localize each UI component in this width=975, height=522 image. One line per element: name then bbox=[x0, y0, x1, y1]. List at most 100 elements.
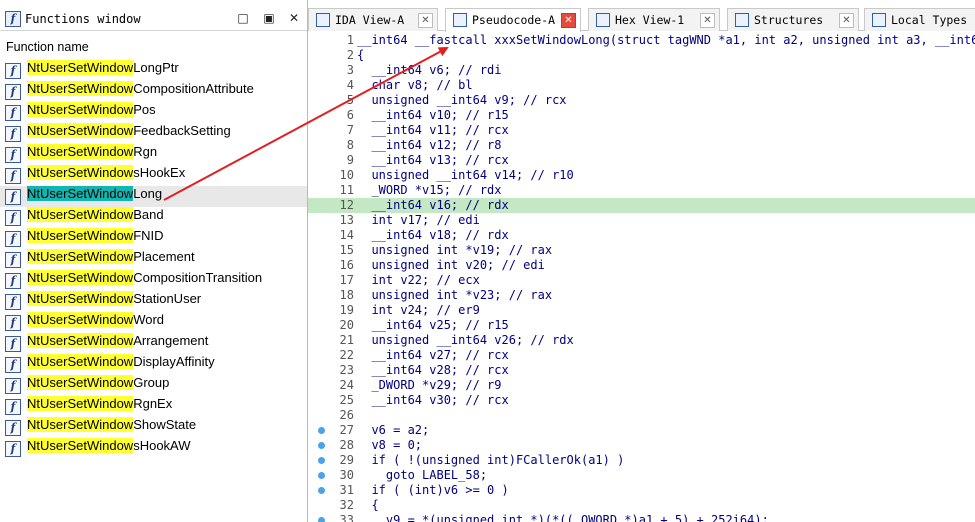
code-text: goto LABEL_58; bbox=[357, 468, 488, 482]
breakpoint-dot[interactable] bbox=[318, 487, 325, 494]
code-line[interactable]: 16 unsigned int v20; // edi bbox=[308, 258, 975, 273]
function-item[interactable]: f NtUserSetWindowShowState bbox=[0, 417, 307, 438]
search-highlight: NtUserSetWindow bbox=[27, 102, 134, 117]
search-highlight: NtUserSetWindow bbox=[27, 270, 134, 285]
line-number: 23 bbox=[339, 363, 354, 377]
function-icon: f bbox=[5, 11, 21, 27]
function-item[interactable]: f NtUserSetWindowStationUser bbox=[0, 291, 307, 312]
function-name-rest: FeedbackSetting bbox=[133, 123, 231, 138]
code-text: __int64 v30; // rcx bbox=[357, 393, 509, 407]
breakpoint-dot[interactable] bbox=[318, 427, 325, 434]
function-item[interactable]: f NtUserSetWindowWord bbox=[0, 312, 307, 333]
code-line[interactable]: 22 __int64 v27; // rcx bbox=[308, 348, 975, 363]
function-name: NtUserSetWindowGroup bbox=[27, 375, 169, 396]
code-line[interactable]: 24 _DWORD *v29; // r9 bbox=[308, 378, 975, 393]
code-line[interactable]: 9 __int64 v13; // rcx bbox=[308, 153, 975, 168]
tab-close-button[interactable]: ✕ bbox=[418, 13, 433, 28]
line-number: 1 bbox=[346, 33, 354, 47]
breakpoint-dot[interactable] bbox=[318, 472, 325, 479]
line-number: 17 bbox=[339, 273, 354, 287]
float-window-button[interactable]: □ bbox=[236, 11, 250, 25]
function-name-rest: Group bbox=[133, 375, 170, 390]
code-line[interactable]: 26 bbox=[308, 408, 975, 423]
function-name-column-header[interactable]: Function name bbox=[6, 40, 89, 54]
code-line[interactable]: 33 v9 = *(unsigned int *)(*((_QWORD *)a1… bbox=[308, 513, 975, 522]
line-number: 2 bbox=[346, 48, 354, 62]
code-line[interactable]: 6 __int64 v10; // r15 bbox=[308, 108, 975, 123]
code-text: { bbox=[357, 48, 365, 62]
line-number: 27 bbox=[339, 423, 354, 437]
function-name: NtUserSetWindowFNID bbox=[27, 228, 164, 249]
search-highlight: NtUserSetWindow bbox=[27, 354, 134, 369]
function-item[interactable]: f NtUserSetWindowCompositionAttribute bbox=[0, 81, 307, 102]
code-line[interactable]: 27 v6 = a2; bbox=[308, 423, 975, 438]
tab-local-types[interactable]: Local Types bbox=[864, 8, 975, 31]
function-item[interactable]: f NtUserSetWindowFeedbackSetting bbox=[0, 123, 307, 144]
code-line[interactable]: 23 __int64 v28; // rcx bbox=[308, 363, 975, 378]
code-line[interactable]: 19 int v24; // er9 bbox=[308, 303, 975, 318]
breakpoint-dot[interactable] bbox=[318, 442, 325, 449]
code-line[interactable]: 21 unsigned __int64 v26; // rdx bbox=[308, 333, 975, 348]
code-line[interactable]: 29 if ( !(unsigned int)FCallerOk(a1) ) bbox=[308, 453, 975, 468]
function-item[interactable]: f NtUserSetWindowRgn bbox=[0, 144, 307, 165]
function-item[interactable]: f NtUserSetWindowCompositionTransition bbox=[0, 270, 307, 291]
code-line[interactable]: 1 __int64 __fastcall xxxSetWindowLong(str… bbox=[308, 33, 975, 48]
function-name-rest: Pos bbox=[133, 102, 156, 117]
function-item[interactable]: f NtUserSetWindowArrangement bbox=[0, 333, 307, 354]
code-line[interactable]: 30 goto LABEL_58; bbox=[308, 468, 975, 483]
tab-close-button[interactable]: ✕ bbox=[839, 13, 854, 28]
code-line[interactable]: 17 int v22; // ecx bbox=[308, 273, 975, 288]
function-item[interactable]: f NtUserSetWindowPos bbox=[0, 102, 307, 123]
code-line[interactable]: 10 unsigned __int64 v14; // r10 bbox=[308, 168, 975, 183]
close-window-button[interactable]: ✕ bbox=[287, 11, 301, 25]
function-item[interactable]: f NtUserSetWindowsHookEx bbox=[0, 165, 307, 186]
function-item[interactable]: f NtUserSetWindowBand bbox=[0, 207, 307, 228]
function-list: f NtUserSetWindowLongPtr f NtUserSetWindowC… bbox=[0, 60, 307, 459]
code-line[interactable]: 14 __int64 v18; // rdx bbox=[308, 228, 975, 243]
line-number: 15 bbox=[339, 243, 354, 257]
breakpoint-dot[interactable] bbox=[318, 457, 325, 464]
code-line[interactable]: 31 if ( (int)v6 >= 0 ) bbox=[308, 483, 975, 498]
function-item[interactable]: f NtUserSetWindowFNID bbox=[0, 228, 307, 249]
code-line[interactable]: 8 __int64 v12; // r8 bbox=[308, 138, 975, 153]
function-item[interactable]: f NtUserSetWindowsHookAW bbox=[0, 438, 307, 459]
function-name: NtUserSetWindowStationUser bbox=[27, 291, 201, 312]
code-line[interactable]: 28 v8 = 0; bbox=[308, 438, 975, 453]
code-line[interactable]: 11 _WORD *v15; // rdx bbox=[308, 183, 975, 198]
line-number: 33 bbox=[339, 513, 354, 522]
function-item[interactable]: f NtUserSetWindowPlacement bbox=[0, 249, 307, 270]
code-text: unsigned __int64 v14; // r10 bbox=[357, 168, 574, 182]
code-line[interactable]: 5 unsigned __int64 v9; // rcx bbox=[308, 93, 975, 108]
code-line[interactable]: 18 unsigned int *v23; // rax bbox=[308, 288, 975, 303]
function-item[interactable]: f NtUserSetWindowDisplayAffinity bbox=[0, 354, 307, 375]
function-item[interactable]: f NtUserSetWindowRgnEx bbox=[0, 396, 307, 417]
code-line[interactable]: 2{ bbox=[308, 48, 975, 63]
tab-hex-view-1[interactable]: Hex View-1 ✕ bbox=[588, 8, 720, 31]
tab-close-button[interactable]: ✕ bbox=[561, 13, 576, 28]
code-text: v9 = *(unsigned int *)(*((_QWORD *)a1 + … bbox=[357, 513, 769, 522]
function-icon: f bbox=[5, 357, 21, 373]
restore-window-button[interactable]: ▣ bbox=[262, 11, 276, 25]
code-line[interactable]: 12 __int64 v16; // rdx bbox=[308, 198, 975, 213]
code-line[interactable]: 3 __int64 v6; // rdi bbox=[308, 63, 975, 78]
tab-structures[interactable]: Structures ✕ bbox=[727, 8, 859, 31]
tab-pseudocode-a[interactable]: Pseudocode-A ✕ bbox=[445, 8, 581, 32]
function-icon: f bbox=[5, 315, 21, 331]
code-line[interactable]: 4 char v8; // bl bbox=[308, 78, 975, 93]
function-item[interactable]: f NtUserSetWindowGroup bbox=[0, 375, 307, 396]
code-line[interactable]: 20 __int64 v25; // r15 bbox=[308, 318, 975, 333]
code-line[interactable]: 15 unsigned int *v19; // rax bbox=[308, 243, 975, 258]
breakpoint-dot[interactable] bbox=[318, 517, 325, 522]
tab-close-button[interactable]: ✕ bbox=[700, 13, 715, 28]
search-highlight: NtUserSetWindow bbox=[27, 438, 134, 453]
function-item[interactable]: f NtUserSetWindowLongPtr bbox=[0, 60, 307, 81]
pseudocode-view[interactable]: 1 __int64 __fastcall xxxSetWindowLong(str… bbox=[308, 30, 975, 522]
tab-ida-view-a[interactable]: IDA View-A ✕ bbox=[308, 8, 438, 31]
tab-label: Pseudocode-A bbox=[472, 13, 556, 27]
code-line[interactable]: 13 int v17; // edi bbox=[308, 213, 975, 228]
function-item[interactable]: f NtUserSetWindowLong bbox=[0, 186, 307, 207]
function-name: NtUserSetWindowRgn bbox=[27, 144, 157, 165]
code-line[interactable]: 25 __int64 v30; // rcx bbox=[308, 393, 975, 408]
code-line[interactable]: 7 __int64 v11; // rcx bbox=[308, 123, 975, 138]
code-line[interactable]: 32 { bbox=[308, 498, 975, 513]
